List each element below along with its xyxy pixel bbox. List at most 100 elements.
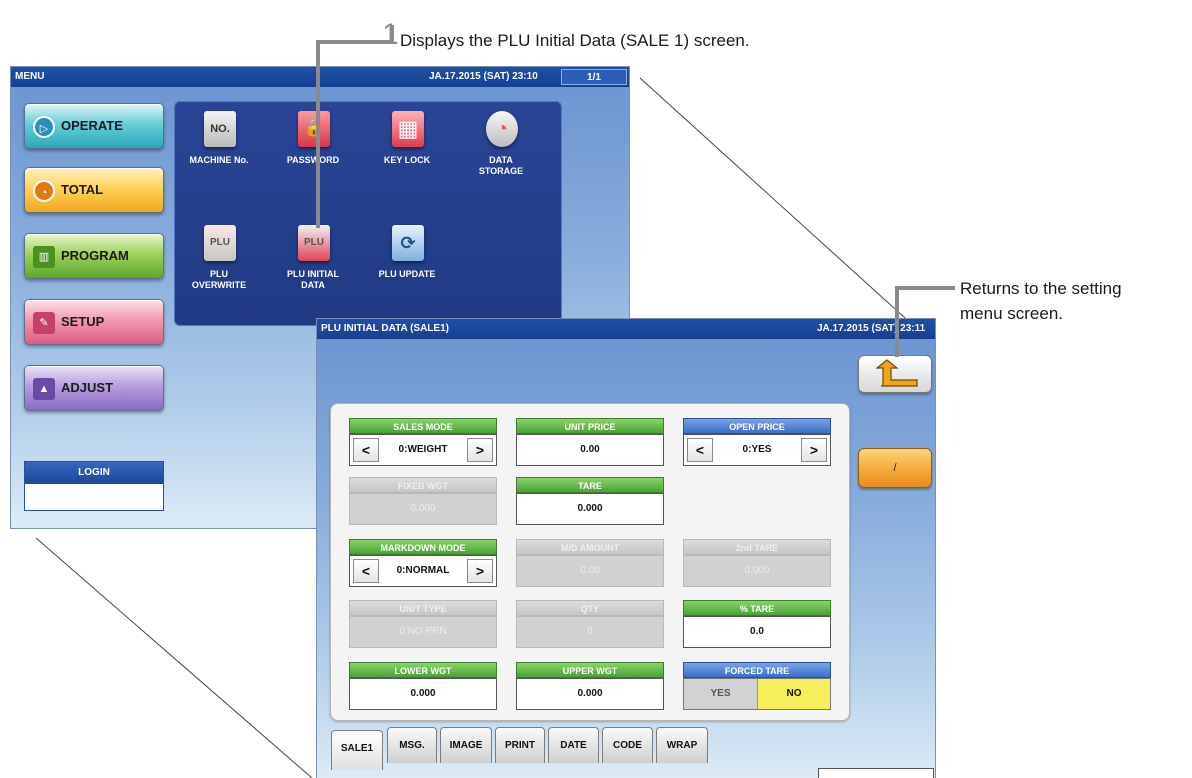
setting-title: PLU INITIAL DATA (SALE1)	[321, 323, 449, 334]
side-action-button[interactable]: /	[858, 448, 932, 488]
program-button[interactable]: ▥ PROGRAM	[24, 233, 164, 279]
book-icon: ▥	[33, 246, 55, 268]
plu-overwrite-tile[interactable]: PLU PLU OVERWRITE	[174, 219, 264, 303]
tare-field[interactable]: TARE 0.000	[516, 477, 664, 525]
fixed-wgt-header: FIXED WGT	[349, 477, 497, 493]
total-label: TOTAL	[61, 182, 104, 197]
tab-date[interactable]: DATE	[548, 727, 599, 763]
menu-title: MENU	[15, 71, 45, 82]
key-lock-tile[interactable]: ▦ KEY LOCK	[362, 105, 452, 189]
markdown-mode-selector: < 0:NORMAL >	[349, 555, 497, 587]
tab-print[interactable]: PRINT	[495, 727, 545, 763]
operate-label: OPERATE	[61, 118, 123, 133]
database-icon: ◔	[486, 111, 518, 147]
open-price-value: 0:YES	[742, 444, 772, 455]
machine-no-icon: NO.	[204, 111, 236, 147]
sales-mode-selector: < 0:WEIGHT >	[349, 434, 497, 466]
menu-titlebar: MENU JA.17.2015 (SAT) 23:10 1/1	[11, 67, 629, 87]
password-tile[interactable]: 🔒 PASSWORD	[268, 105, 358, 189]
forced-tare-no-button[interactable]: NO	[757, 679, 830, 709]
open-price-selector: < 0:YES >	[683, 434, 831, 466]
fixed-wgt-field: FIXED WGT 0.000	[349, 477, 497, 525]
tare-header: TARE	[516, 477, 664, 493]
unit-price-header: UNIT PRICE	[516, 418, 664, 434]
pct-tare-field[interactable]: % TARE 0.0	[683, 600, 831, 648]
tare-value[interactable]: 0.000	[516, 493, 664, 525]
scale-icon: ▲	[33, 378, 55, 400]
sales-mode-value: 0:WEIGHT	[398, 444, 448, 455]
md-amount-header: M/D AMOUNT	[516, 539, 664, 555]
setting-datetime: JA.17.2015 (SAT) 23:11	[817, 323, 926, 334]
step-description: Displays the PLU Initial Data (SALE 1) s…	[400, 31, 750, 50]
open-price-field: OPEN PRICE < 0:YES >	[683, 418, 831, 466]
plu-initial-data-icon: PLU	[298, 225, 330, 261]
sales-mode-prev-button[interactable]: <	[353, 438, 379, 462]
forced-tare-toggle: YES NO	[683, 678, 831, 710]
plu-initial-data-label: PLU INITIAL DATA	[287, 269, 339, 290]
tab-code[interactable]: CODE	[602, 727, 653, 763]
tab-image[interactable]: IMAGE	[440, 727, 492, 763]
data-storage-tile[interactable]: ◔ DATA STORAGE	[456, 105, 546, 189]
lock-icon: 🔒	[298, 111, 330, 147]
fixed-wgt-value: 0.000	[349, 493, 497, 525]
lower-wgt-field[interactable]: LOWER WGT 0.000	[349, 662, 497, 710]
total-button[interactable]: ◔ TOTAL	[24, 167, 164, 213]
machine-no-tile[interactable]: NO. MACHINE No.	[174, 105, 264, 189]
adjust-button[interactable]: ▲ ADJUST	[24, 365, 164, 411]
unit-type-header: UNIT TYPE	[349, 600, 497, 616]
unit-type-value: 0:NO PRN	[349, 616, 497, 648]
markdown-mode-header: MARKDOWN MODE	[349, 539, 497, 555]
setup-label: SETUP	[61, 314, 105, 329]
markdown-mode-value: 0:NORMAL	[396, 565, 450, 576]
pct-tare-header: % TARE	[683, 600, 831, 616]
markdown-mode-field: MARKDOWN MODE < 0:NORMAL >	[349, 539, 497, 587]
markdown-mode-prev-button[interactable]: <	[353, 559, 379, 583]
play-icon: ▷	[33, 116, 55, 138]
settings-panel: SALES MODE < 0:WEIGHT > UNIT PRICE 0.00 …	[330, 403, 850, 721]
setup-button[interactable]: ✎ SETUP	[24, 299, 164, 345]
upper-wgt-header: UPPER WGT	[516, 662, 664, 678]
forced-tare-field: FORCED TARE YES NO	[683, 662, 831, 710]
return-description-line2: menu screen.	[960, 304, 1063, 323]
step-number: 1	[382, 18, 399, 51]
lower-wgt-header: LOWER WGT	[349, 662, 497, 678]
tab-sale1[interactable]: SALE1	[331, 730, 383, 770]
program-label: PROGRAM	[61, 248, 129, 263]
forced-tare-yes-button[interactable]: YES	[684, 679, 757, 709]
open-price-header: OPEN PRICE	[683, 418, 831, 434]
pct-tare-value[interactable]: 0.0	[683, 616, 831, 648]
plu-update-tile[interactable]: ⟳ PLU UPDATE	[362, 219, 452, 303]
unit-price-field[interactable]: UNIT PRICE 0.00	[516, 418, 664, 466]
sales-mode-header: SALES MODE	[349, 418, 497, 434]
login-label: LOGIN	[25, 462, 163, 484]
tab-msg[interactable]: MSG.	[387, 727, 437, 763]
setting-titlebar: PLU INITIAL DATA (SALE1) JA.17.2015 (SAT…	[317, 319, 935, 339]
return-arrow-icon	[875, 359, 918, 387]
open-price-next-button[interactable]: >	[801, 438, 827, 462]
md-amount-value: 0.00	[516, 555, 664, 587]
keypad-icon: ▦	[392, 111, 424, 147]
machine-no-label: MACHINE No.	[189, 155, 249, 165]
open-price-prev-button[interactable]: <	[687, 438, 713, 462]
unit-type-field: UNIT TYPE 0:NO PRN	[349, 600, 497, 648]
key-lock-label: KEY LOCK	[383, 155, 431, 165]
bottom-right-box	[818, 768, 934, 778]
adjust-label: ADJUST	[61, 380, 114, 395]
sales-mode-next-button[interactable]: >	[467, 438, 493, 462]
upper-wgt-field[interactable]: UPPER WGT 0.000	[516, 662, 664, 710]
upper-wgt-value[interactable]: 0.000	[516, 678, 664, 710]
plu-initial-data-tile[interactable]: PLU PLU INITIAL DATA	[268, 219, 358, 303]
markdown-mode-next-button[interactable]: >	[467, 559, 493, 583]
tab-wrap[interactable]: WRAP	[656, 727, 708, 763]
lower-wgt-value[interactable]: 0.000	[349, 678, 497, 710]
sales-mode-field: SALES MODE < 0:WEIGHT >	[349, 418, 497, 466]
plu-update-label: PLU UPDATE	[378, 269, 436, 279]
login-box[interactable]: LOGIN	[24, 461, 164, 511]
menu-datetime: JA.17.2015 (SAT) 23:10	[429, 71, 538, 82]
qty-value: 0	[516, 616, 664, 648]
back-button[interactable]	[858, 355, 932, 393]
forced-tare-header: FORCED TARE	[683, 662, 831, 678]
operate-button[interactable]: ▷ OPERATE	[24, 103, 164, 149]
unit-price-value[interactable]: 0.00	[516, 434, 664, 466]
wrench-icon: ✎	[33, 312, 55, 334]
